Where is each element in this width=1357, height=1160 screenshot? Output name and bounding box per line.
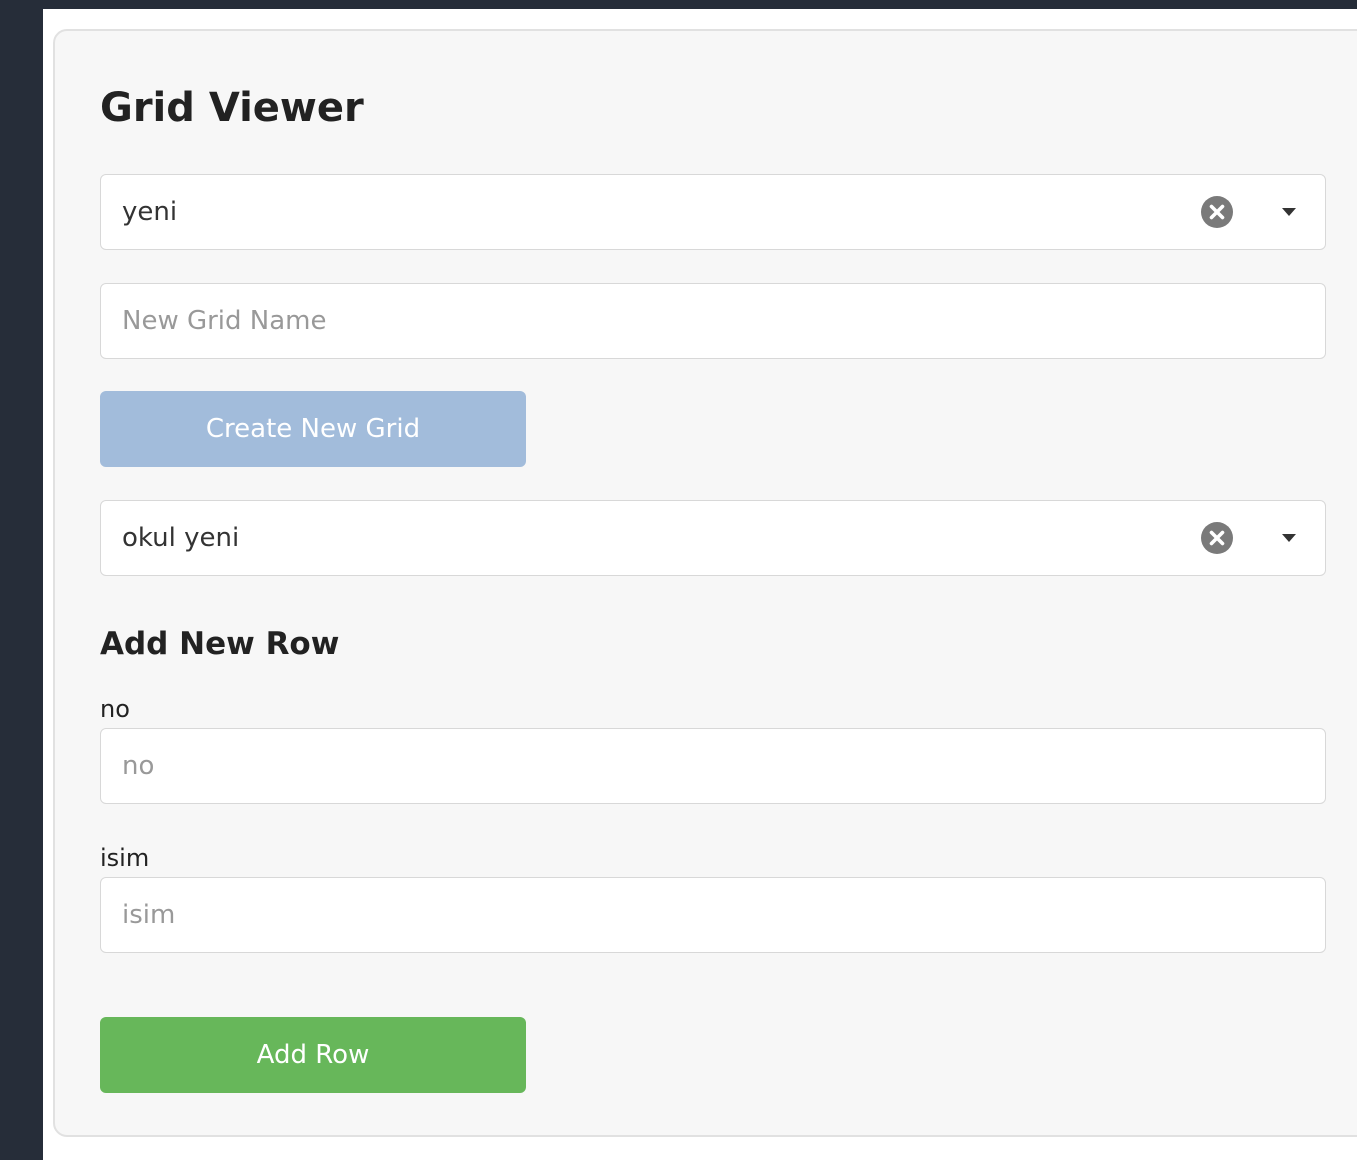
left-frame (0, 0, 43, 1160)
row-grid-select-value: okul yeni (122, 523, 240, 553)
clear-icon[interactable] (1201, 522, 1233, 554)
caret-down-icon[interactable] (1281, 206, 1297, 218)
add-new-row-title: Add New Row (100, 626, 340, 662)
add-row-button[interactable]: Add Row (100, 1017, 526, 1093)
row-grid-select[interactable]: okul yeni (100, 500, 1326, 576)
field-no[interactable] (100, 728, 1326, 804)
create-new-grid-button[interactable]: Create New Grid (100, 391, 526, 467)
field-no-input[interactable] (101, 729, 1325, 803)
caret-down-icon[interactable] (1281, 532, 1297, 544)
new-grid-name-field[interactable] (100, 283, 1326, 359)
page-title: Grid Viewer (100, 85, 364, 131)
grid-select[interactable]: yeni (100, 174, 1326, 250)
grid-select-value: yeni (122, 197, 178, 227)
field-isim-input[interactable] (101, 878, 1325, 952)
field-label-no: no (100, 695, 130, 723)
top-frame (0, 0, 1357, 9)
field-label-isim: isim (100, 844, 150, 872)
new-grid-name-input[interactable] (101, 284, 1325, 358)
clear-icon[interactable] (1201, 196, 1233, 228)
field-isim[interactable] (100, 877, 1326, 953)
